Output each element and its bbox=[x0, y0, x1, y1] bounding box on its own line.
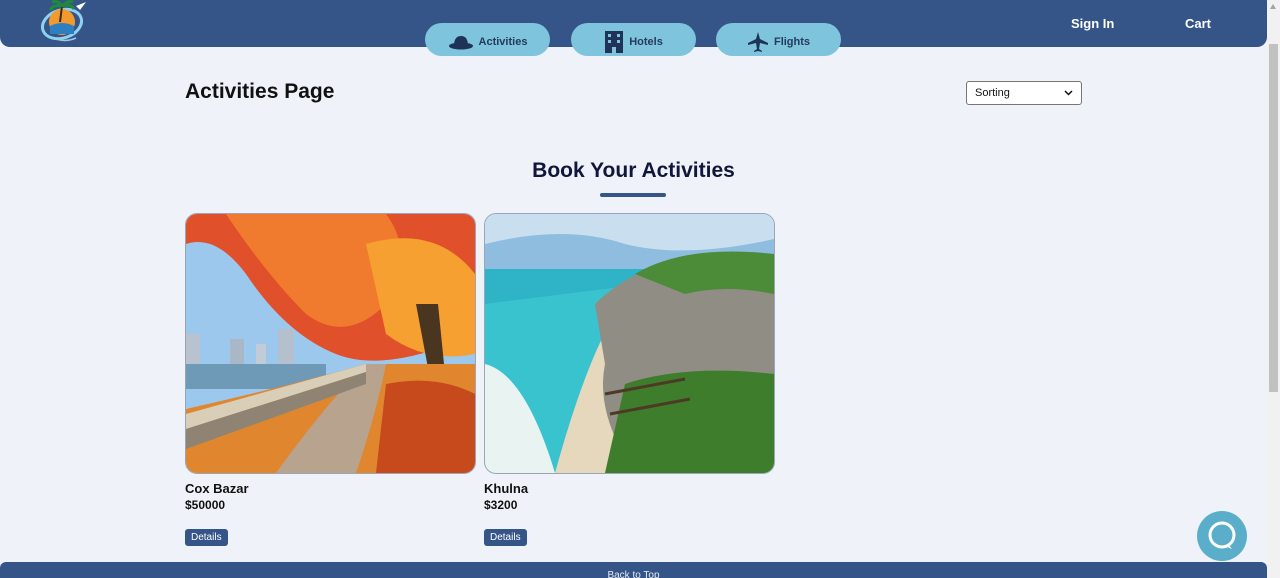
cart-link[interactable]: Cart bbox=[1185, 16, 1211, 31]
card-price: $50000 bbox=[185, 498, 226, 512]
sign-in-link[interactable]: Sign In bbox=[1071, 16, 1114, 31]
details-button[interactable]: Details bbox=[185, 529, 228, 546]
card-title: Cox Bazar bbox=[185, 481, 249, 496]
activity-card: Khulna $3200 Details bbox=[484, 213, 775, 546]
section-title-underline bbox=[600, 193, 666, 197]
building-icon bbox=[605, 30, 624, 53]
tab-flights-label: Flights bbox=[773, 35, 811, 48]
chat-button[interactable] bbox=[1197, 511, 1247, 561]
top-navbar: Activities Hotels Flights Sign In Cart bbox=[0, 0, 1267, 56]
tab-flights[interactable]: Flights bbox=[716, 23, 841, 56]
section-title: Book Your Activities bbox=[532, 159, 735, 182]
tab-activities[interactable]: Activities bbox=[425, 23, 550, 56]
tab-hotels-label: Hotels bbox=[629, 35, 663, 48]
hat-icon bbox=[448, 35, 473, 49]
plane-icon bbox=[747, 31, 768, 52]
autumn-park-image bbox=[185, 213, 476, 474]
scroll-up-arrow-icon[interactable] bbox=[1270, 4, 1276, 9]
page-title: Activities Page bbox=[185, 80, 335, 103]
back-to-top-label: Back to Top bbox=[607, 570, 660, 578]
page-scrollbar[interactable] bbox=[1267, 0, 1280, 578]
beach-cliff-image bbox=[484, 213, 775, 474]
chevron-down-icon bbox=[1064, 90, 1073, 96]
scrollbar-thumb[interactable] bbox=[1269, 44, 1278, 392]
back-to-top-bar[interactable]: Back to Top bbox=[0, 562, 1267, 578]
tab-activities-label: Activities bbox=[478, 35, 528, 48]
card-title: Khulna bbox=[484, 481, 529, 496]
sorting-select[interactable]: Sorting bbox=[966, 81, 1082, 105]
card-price: $3200 bbox=[484, 498, 518, 512]
chat-bubble-icon bbox=[1208, 521, 1236, 549]
travel-logo[interactable] bbox=[40, 0, 88, 46]
sorting-selected-value: Sorting bbox=[975, 87, 1010, 99]
activity-card: Cox Bazar $50000 Details bbox=[185, 213, 476, 546]
details-button[interactable]: Details bbox=[484, 529, 527, 546]
tab-hotels[interactable]: Hotels bbox=[571, 23, 696, 56]
